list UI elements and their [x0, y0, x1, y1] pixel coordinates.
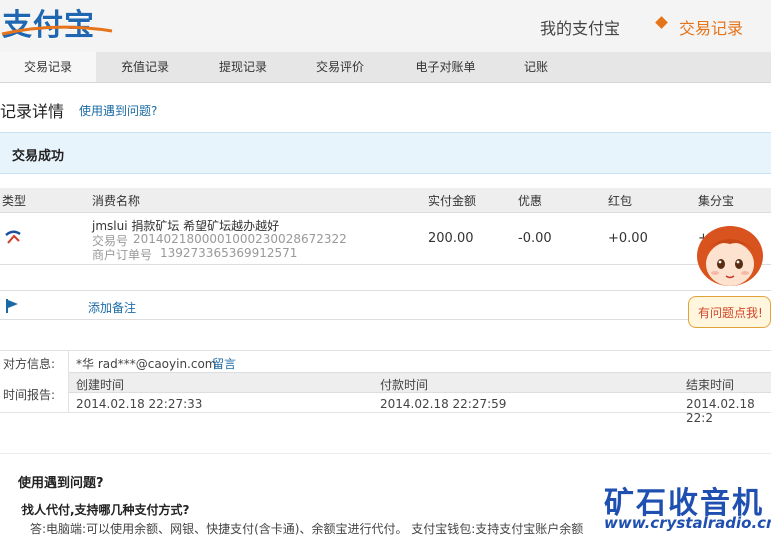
- col-amount: 实付金额: [428, 194, 477, 208]
- trade-no: 2014021800001000230028672322: [133, 232, 347, 246]
- nav-trade-records[interactable]: 交易记录: [679, 15, 743, 39]
- help-link[interactable]: 使用遇到问题?: [79, 102, 157, 119]
- add-note-link[interactable]: 添加备注: [88, 299, 136, 316]
- note-divider-bottom: [0, 319, 771, 320]
- message-link[interactable]: 留言: [212, 355, 236, 372]
- page-title: 记录详情: [0, 102, 65, 121]
- note-divider-top: [0, 290, 771, 291]
- col-red-packet: 红包: [608, 194, 633, 208]
- time-report-divider: [0, 412, 771, 413]
- tab-bookkeeping[interactable]: 记账: [506, 52, 566, 82]
- col-name: 消费名称: [92, 194, 141, 208]
- discount-value: -0.00: [518, 231, 552, 246]
- col-jifenbao: 集分宝: [698, 194, 735, 208]
- red-packet-value: +0.00: [608, 231, 648, 246]
- faq-divider: [0, 453, 771, 454]
- counterparty-name: *华 rad***@caoyin.com: [76, 357, 217, 371]
- tab-trade-reviews[interactable]: 交易评价: [295, 52, 385, 82]
- tab-recharge-records[interactable]: 充值记录: [100, 52, 190, 82]
- alipay-logo[interactable]: 支付宝: [0, 2, 115, 43]
- flag-icon: [6, 299, 18, 313]
- info-divider: [0, 350, 771, 351]
- tab-withdraw-records[interactable]: 提现记录: [198, 52, 288, 82]
- col-discount: 优惠: [518, 194, 543, 208]
- tab-e-statement[interactable]: 电子对账单: [398, 52, 493, 82]
- time-report-label: 时间报告:: [3, 388, 56, 402]
- created-time: 2014.02.18 22:27:33: [76, 397, 203, 411]
- watermark-url: www.crystalradio.cn: [604, 514, 771, 532]
- transfer-type-icon: [5, 230, 21, 244]
- status-text: 交易成功: [12, 149, 65, 164]
- faq-question[interactable]: 找人代付,支持哪几种支付方式?: [22, 501, 190, 518]
- col-end-time: 结束时间: [686, 378, 735, 392]
- order-no: 139273365369912571: [160, 246, 298, 260]
- faq-title: 使用遇到问题?: [18, 476, 104, 491]
- counterparty-label: 对方信息:: [3, 357, 56, 371]
- logo-swoosh-icon: [1, 25, 113, 36]
- paid-amount: 200.00: [428, 231, 474, 246]
- col-paid-time: 付款时间: [380, 378, 429, 392]
- help-bubble-text[interactable]: 有问题点我!: [698, 304, 763, 321]
- col-created-time: 创建时间: [76, 378, 125, 392]
- nav-my-alipay[interactable]: 我的支付宝: [540, 15, 620, 39]
- top-header: [0, 0, 771, 52]
- tab-trade-records[interactable]: 交易记录: [0, 52, 96, 82]
- status-banner: [0, 132, 771, 174]
- faq-answer: 答:电脑端:可以使用余额、网银、快捷支付(含卡通)、余额宝进行代付。 支付宝钱包…: [30, 522, 584, 536]
- order-no-label: 商户订单号: [92, 248, 153, 262]
- row-divider: [0, 264, 771, 265]
- col-type: 类型: [2, 194, 27, 208]
- end-time: 2014.02.18 22:2: [686, 397, 755, 425]
- paid-time: 2014.02.18 22:27:59: [380, 397, 507, 411]
